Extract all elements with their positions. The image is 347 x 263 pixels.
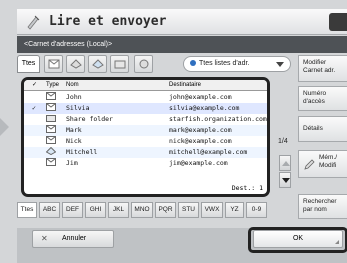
ok-label: OK: [292, 235, 304, 242]
filter-ifax-button[interactable]: [134, 55, 153, 73]
email-icon: [46, 158, 58, 170]
row-destination: jim@example.com: [169, 159, 228, 167]
row-destination: starfish.organization.com: [169, 115, 267, 123]
search-by-name-button[interactable]: Rechercher par nom: [298, 194, 347, 219]
row-destination: john@example.com: [169, 93, 232, 101]
list-item[interactable]: John john@example.com: [24, 92, 267, 103]
alpha-tab[interactable]: 0-9: [246, 202, 267, 218]
list-item[interactable]: Jim jim@example.com: [24, 158, 267, 169]
alpha-tab[interactable]: ABC: [39, 202, 60, 218]
window-title: Lire et envoyer: [49, 14, 167, 29]
row-name: John: [66, 93, 82, 101]
row-destination: silvia@example.com: [169, 104, 240, 112]
memo-icon: [304, 159, 315, 170]
scroll-up-button[interactable]: [279, 155, 291, 171]
list-item[interactable]: ✓ Silvia silvia@example.com: [24, 103, 267, 114]
bottom-bar: ✕ Annuler OK: [17, 227, 347, 263]
ok-button[interactable]: OK: [253, 230, 343, 248]
alpha-tab[interactable]: YZ: [225, 202, 244, 218]
fax-icon: [70, 59, 82, 69]
email-icon: [48, 59, 60, 69]
check-column-icon: ✓: [32, 82, 38, 88]
breadcrumb: <Carnet d'adresses (Local)>: [17, 36, 347, 53]
details-button[interactable]: Détails: [298, 116, 347, 142]
close-icon: ✕: [41, 234, 48, 243]
access-number-button[interactable]: Numéro d'accès: [298, 86, 347, 111]
chevron-up-icon: [282, 161, 290, 166]
chevron-down-icon: [276, 62, 284, 67]
address-list[interactable]: ✓ Type Nom Destinataire John john@example…: [21, 77, 270, 197]
group-icon: [92, 59, 104, 69]
alphabet-tabs: Ttes ABC DEF GHI JKL MNO PQR STU VWX YZ 0-9: [17, 202, 296, 218]
cancel-label: Annuler: [62, 235, 87, 242]
list-item[interactable]: Share folder starfish.organization.com: [24, 114, 267, 125]
filter-folder-button[interactable]: [110, 55, 129, 73]
alpha-tab[interactable]: GHI: [85, 202, 106, 218]
alpha-tab[interactable]: VWX: [201, 202, 223, 218]
row-destination: mitchell@example.com: [169, 148, 248, 156]
back-arrow-icon[interactable]: [0, 118, 9, 136]
memo-modify-button[interactable]: Mém./ Modifi: [298, 150, 347, 178]
column-type: Type: [46, 82, 60, 88]
destination-count: Dest.: 1: [231, 184, 263, 192]
menu-button[interactable]: [329, 13, 347, 31]
row-name: Silvia: [66, 104, 90, 112]
column-destination: Destinataire: [169, 82, 202, 88]
filter-row: Ttes Ttes listes d'adr.: [17, 55, 292, 75]
filter-fax-button[interactable]: [66, 55, 85, 73]
scroll-down-button[interactable]: [279, 172, 291, 188]
address-list-select[interactable]: Ttes listes d'adr.: [183, 56, 291, 72]
list-header: ✓ Type Nom Destinataire: [24, 80, 267, 91]
ifax-icon: [139, 59, 149, 69]
cancel-button[interactable]: ✕ Annuler: [32, 230, 114, 248]
screen: Lire et envoyer <Carnet d'adresses (Loca…: [0, 0, 347, 263]
row-name: Mitchell: [66, 148, 98, 156]
row-check: ✓: [32, 104, 36, 112]
alpha-tab[interactable]: JKL: [108, 202, 129, 218]
title-bar: Lire et envoyer: [17, 9, 347, 35]
row-name: Jim: [66, 159, 78, 167]
list-select-icon: [190, 60, 196, 67]
modify-address-book-button[interactable]: Modifier Carnet adr.: [298, 55, 347, 82]
row-name: Share folder: [66, 115, 113, 123]
row-name: Mark: [66, 126, 82, 134]
memo-modify-label: Mém./ Modifi: [319, 154, 338, 169]
filter-group-button[interactable]: [88, 55, 107, 73]
filter-email-button[interactable]: [44, 55, 63, 73]
chevron-down-icon: [282, 178, 290, 183]
row-destination: nick@example.com: [169, 137, 232, 145]
corner-icon: [335, 240, 339, 244]
list-item[interactable]: Mark mark@example.com: [24, 125, 267, 136]
address-list-select-label: Ttes listes d'adr.: [199, 60, 250, 67]
row-name: Nick: [66, 137, 82, 145]
filter-all-tab[interactable]: Ttes: [17, 55, 40, 73]
alpha-tab[interactable]: PQR: [155, 202, 176, 218]
list-item[interactable]: Mitchell mitchell@example.com: [24, 146, 267, 158]
alpha-tab[interactable]: DEF: [62, 202, 83, 218]
alpha-tab[interactable]: Ttes: [17, 202, 37, 218]
list-item[interactable]: Nick nick@example.com: [24, 136, 267, 147]
scan-send-icon: [27, 15, 40, 30]
alpha-tab[interactable]: MNO: [131, 202, 153, 218]
alpha-tab[interactable]: STU: [178, 202, 199, 218]
column-name: Nom: [66, 82, 79, 88]
page-indicator: 1/4: [278, 138, 288, 145]
row-destination: mark@example.com: [169, 126, 232, 134]
folder-icon: [114, 60, 126, 69]
